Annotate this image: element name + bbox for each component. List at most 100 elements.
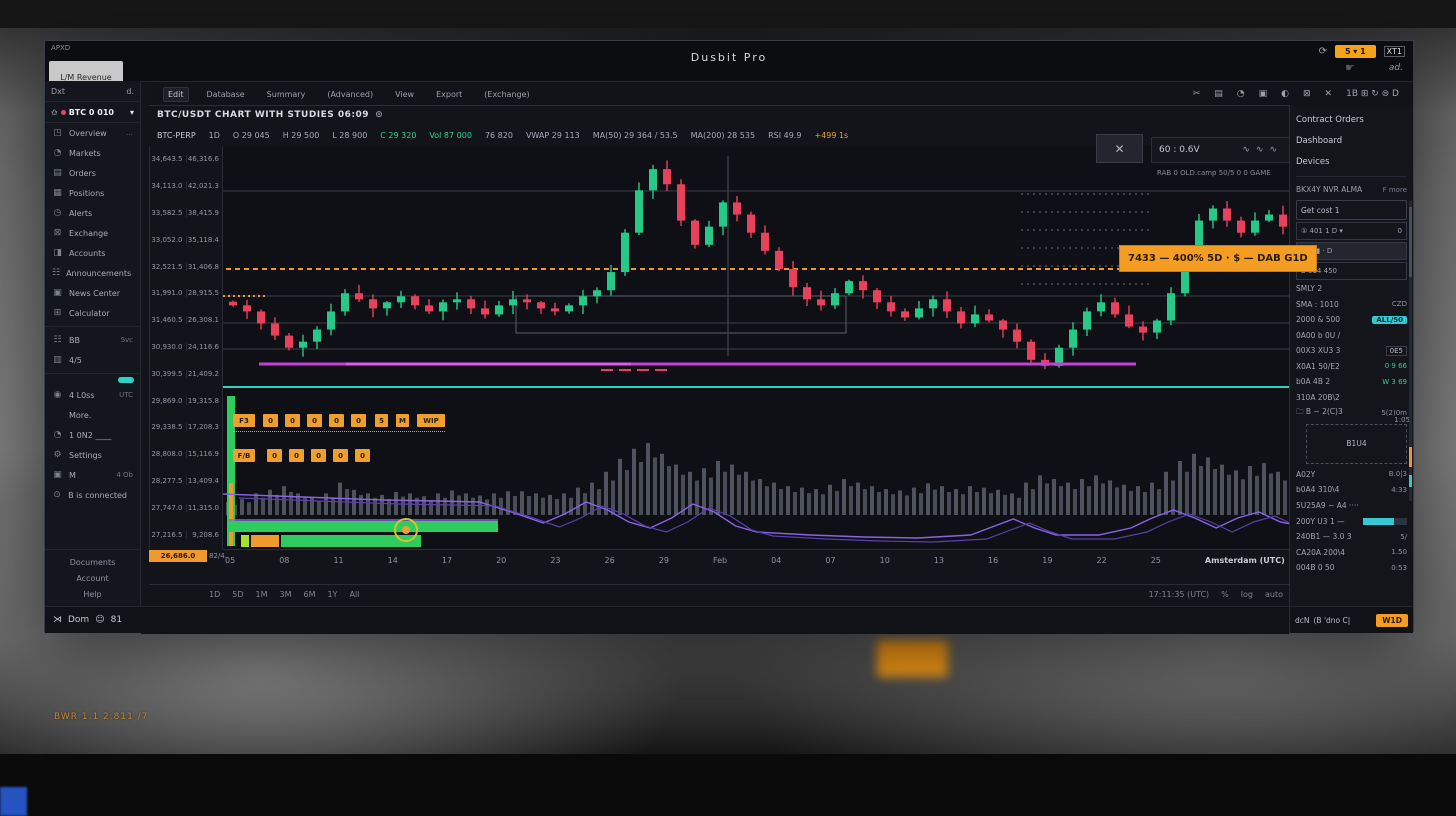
search-input[interactable]: Dxt (51, 87, 65, 96)
refresh-icon[interactable]: ⟳ (1319, 46, 1327, 57)
smiley-icon[interactable]: ☺ (95, 615, 104, 625)
panel-action-left[interactable]: dcN (1295, 616, 1310, 625)
toolbar-icon-6[interactable]: ✕ (1325, 89, 1333, 99)
panel-input[interactable]: Get cost 1 (1296, 200, 1407, 220)
sidebar-item[interactable]: ◨ Accounts (45, 243, 140, 263)
range-button[interactable]: 5D (232, 590, 243, 599)
panel-row[interactable]: SMA : 1010CZD (1296, 297, 1407, 313)
sidebar-item[interactable]: ▣ News Center (45, 283, 140, 303)
indicator-legend-box[interactable]: 0 (307, 414, 322, 427)
sidebar-item[interactable]: ◷ Alerts (45, 203, 140, 223)
scale-option[interactable]: log (1241, 590, 1253, 599)
dom-icon[interactable]: ⋊ (53, 615, 62, 625)
crosshair-tool-box[interactable]: ✕ (1096, 134, 1143, 163)
sidebar-tool[interactable]: ⚙ Settings (45, 445, 140, 465)
panel-header[interactable]: Devices (1296, 151, 1407, 172)
symbol-row[interactable]: ✩ BTC 0 010 ▾ (45, 102, 140, 123)
sidebar-footer-item[interactable]: Documents (45, 554, 140, 570)
range-button[interactable]: 1Y (328, 590, 338, 599)
star-icon[interactable]: ✩ (51, 108, 58, 117)
panel-scrollbar[interactable] (1409, 201, 1412, 501)
panel-row[interactable]: b0A 4B 2W 3 69 (1296, 374, 1407, 390)
panel-row[interactable]: 310A 20B\2 (1296, 390, 1407, 406)
panel-header[interactable]: Dashboard (1296, 130, 1407, 151)
indicator-legend-box[interactable]: 0 (355, 449, 370, 462)
sidebar-item[interactable]: ▤ Orders (45, 163, 140, 183)
panel-row[interactable]: X0A1 50/E20 9 66 (1296, 359, 1407, 375)
menu-tab-5[interactable]: Export (432, 88, 466, 101)
range-button[interactable]: 1M (256, 590, 268, 599)
sidebar-item[interactable]: ▦ Positions (45, 183, 140, 203)
panel-row[interactable]: b0A4 310\44:33 (1296, 482, 1407, 498)
toolbar-icon-1[interactable]: ▤ (1214, 89, 1223, 99)
range-button[interactable]: 6M (304, 590, 316, 599)
indicator-legend-box[interactable]: F/B (233, 449, 255, 462)
timezone-label[interactable]: Amsterdam (UTC) (1205, 556, 1285, 565)
dom-bar[interactable]: ⋊ Dom ☺ 81 (45, 606, 141, 633)
panel-row[interactable]: 2000 & 500ALL/50 (1296, 312, 1407, 328)
close-icon[interactable]: ✕ (1114, 142, 1124, 156)
sidebar-tool[interactable]: ⊙ B is connected (45, 485, 140, 505)
range-button[interactable]: 3M (280, 590, 292, 599)
sidebar-item[interactable]: ☷ Announcements (45, 263, 140, 283)
indicator-legend-box[interactable]: 0 (285, 414, 300, 427)
panel-row[interactable]: 004B 0 500:53 (1296, 560, 1407, 576)
toolbar-icon-2[interactable]: ◔ (1237, 89, 1245, 99)
sidebar-footer-item[interactable]: Help (45, 586, 140, 602)
menu-tab-0[interactable]: Edit (163, 87, 189, 102)
submit-button[interactable]: W1D (1376, 614, 1408, 627)
sidebar-subitem[interactable]: ▥ 4/5 (45, 350, 140, 370)
sidebar-search[interactable]: Dxt d. (45, 81, 140, 102)
indicator-legend-box[interactable]: 0 (333, 449, 348, 462)
indicator-legend-box[interactable]: 0 (263, 414, 278, 427)
panel-row[interactable]: 240B1 — 3.0 35/ (1296, 529, 1407, 545)
panel-row[interactable]: 5U25A9 ~ A4 ···· (1296, 498, 1407, 514)
study-mini-panel[interactable]: 60 : 0.6V ∿∿∿ (1151, 137, 1291, 163)
range-button[interactable]: All (349, 590, 359, 599)
toolbar-icon-3[interactable]: ▣ (1259, 89, 1268, 99)
live-button[interactable]: 5 ▾ 1 (1335, 45, 1376, 58)
indicator-legend-box[interactable]: WIP (417, 414, 445, 427)
sidebar-subitem[interactable]: ☷ BB Svc (45, 330, 140, 350)
chevron-down-icon[interactable]: ▾ (130, 108, 134, 117)
menu-tab-1[interactable]: Database (203, 88, 249, 101)
panel-subheader[interactable]: BKX4Y NVR ALMAF more (1296, 181, 1407, 198)
menu-tab-2[interactable]: Summary (263, 88, 310, 101)
clock-icon[interactable]: ⊙ (375, 110, 383, 120)
scale-option[interactable]: auto (1265, 590, 1283, 599)
indicator-legend-box[interactable]: 5 (375, 414, 388, 427)
range-button[interactable]: 1D (209, 590, 220, 599)
panel-dropzone[interactable]: B1U41:05 (1306, 424, 1407, 464)
sidebar-toggle-pill[interactable] (118, 377, 134, 383)
toolbar-icon-0[interactable]: ✂ (1193, 89, 1201, 99)
sidebar-item[interactable]: ◔ Markets (45, 143, 140, 163)
panel-row[interactable]: 00X3 XU3 30E5 (1296, 343, 1407, 359)
indicator-legend-box[interactable]: M (396, 414, 409, 427)
panel-action-mid[interactable]: (B 'dno C| (1314, 616, 1351, 625)
sidebar-tool[interactable]: ▣ M 4 Ob (45, 465, 140, 485)
toolbar-icon-4[interactable]: ◐ (1281, 89, 1289, 99)
sidebar-item[interactable]: ◳ Overview … (45, 123, 140, 143)
sidebar-tool[interactable]: More. (45, 405, 140, 425)
toolbar-icon-5[interactable]: ⊠ (1303, 89, 1311, 99)
menu-tab-6[interactable]: (Exchange) (480, 88, 533, 101)
panel-row[interactable]: 0A00 b 0U / (1296, 328, 1407, 344)
menu-tab-3[interactable]: (Advanced) (323, 88, 377, 101)
panel-header[interactable]: Contract Orders (1296, 109, 1407, 130)
sidebar-item[interactable]: ⊞ Calculator (45, 303, 140, 323)
scale-option[interactable]: % (1221, 590, 1229, 599)
panel-row[interactable]: SMLY 2 (1296, 281, 1407, 297)
indicator-legend-box[interactable]: 0 (311, 449, 326, 462)
menu-tab-4[interactable]: View (391, 88, 418, 101)
indicator-legend-box[interactable]: 0 (289, 449, 304, 462)
indicator-legend-box[interactable]: 0 (351, 414, 366, 427)
indicator-pane[interactable] (223, 388, 1291, 549)
alert-price-label[interactable]: 7433 — 400% 5D · $ — DAB G1D (1119, 245, 1317, 272)
scale-option[interactable]: 17:11:35 (UTC) (1149, 590, 1210, 599)
indicator-legend-box[interactable]: 0 (267, 449, 282, 462)
sidebar-tool[interactable]: ◉ 4 L0ss UTC (45, 385, 140, 405)
panel-row[interactable]: 🗀 B ~ 2(C)35(2)0m (1296, 405, 1407, 421)
wave-icons[interactable]: ∿∿∿ (1242, 145, 1283, 155)
panel-boxrow[interactable]: ① 401 1 D ▾0 (1296, 222, 1407, 240)
panel-row[interactable]: CA20A 200\41.50 (1296, 545, 1407, 561)
